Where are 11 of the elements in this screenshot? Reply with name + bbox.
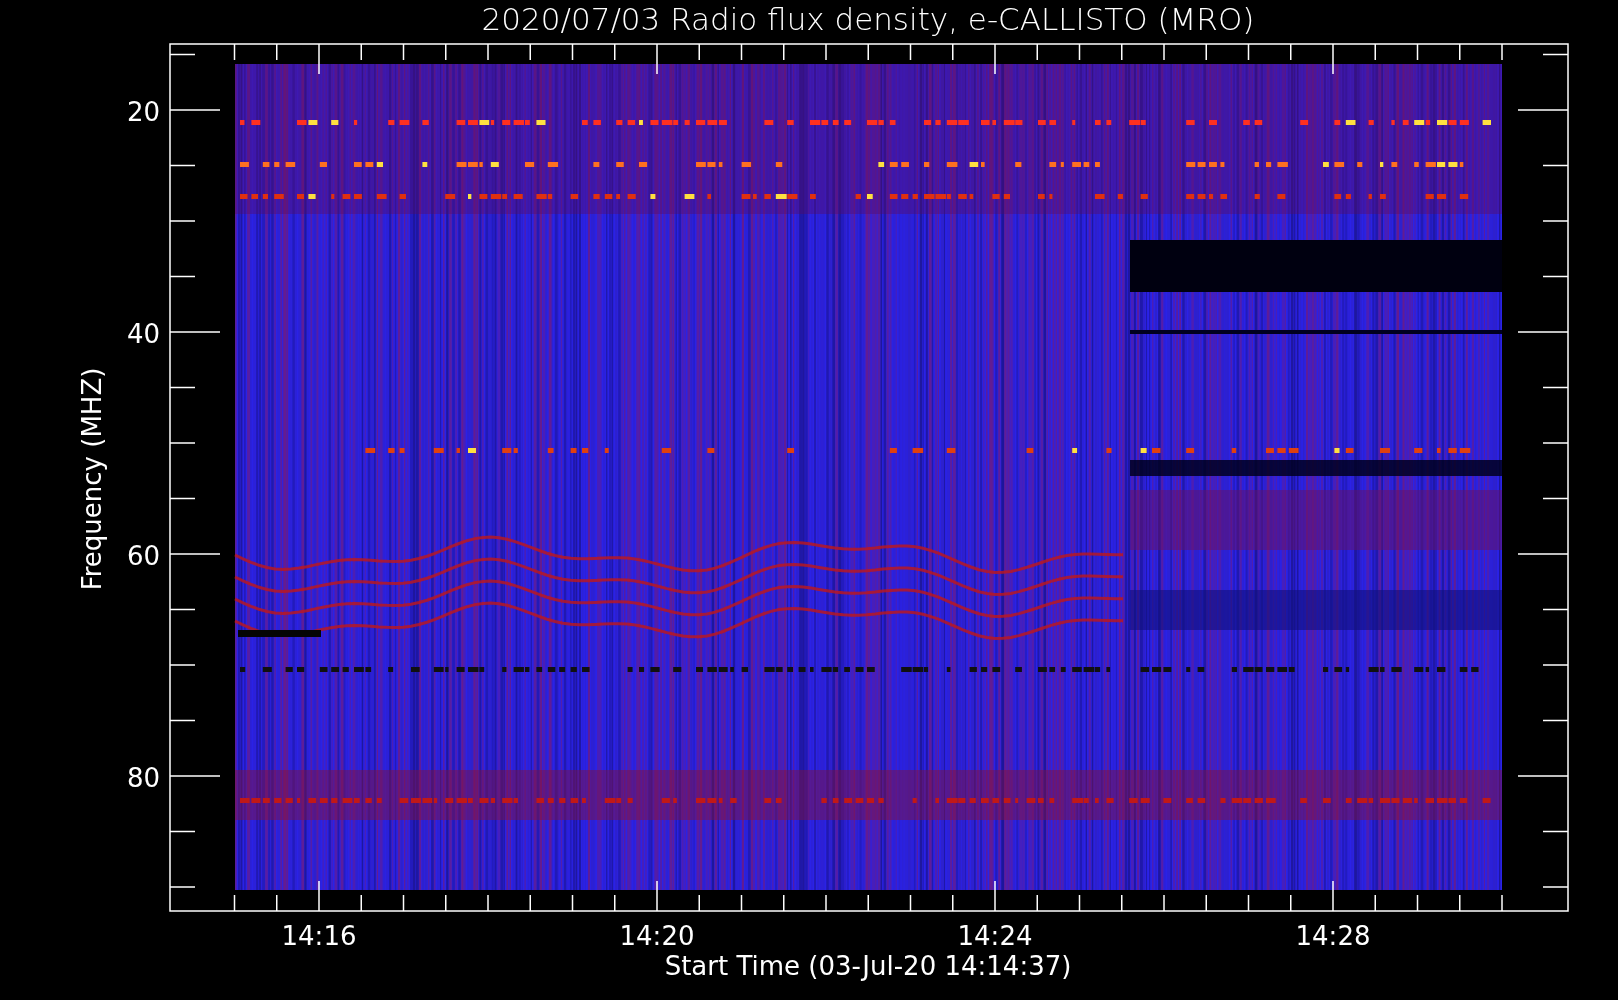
tick-label: 14:16 (281, 921, 357, 951)
tick-label: 40 (126, 319, 160, 349)
axis-title: Frequency (MHZ) (77, 367, 107, 591)
axis-title: Start Time (03-Jul-20 14:14:37) (664, 951, 1072, 981)
tick-label: 14:28 (1295, 921, 1371, 951)
tick-label: 14:20 (619, 921, 695, 951)
chart-title: 2020/07/03 Radio flux density, e-CALLISTO (MRO) (481, 1, 1255, 37)
tick-label: 20 (126, 97, 160, 127)
tick-label: 14:24 (957, 921, 1033, 951)
tick-label: 80 (126, 763, 160, 793)
tick-label: 60 (126, 541, 160, 571)
